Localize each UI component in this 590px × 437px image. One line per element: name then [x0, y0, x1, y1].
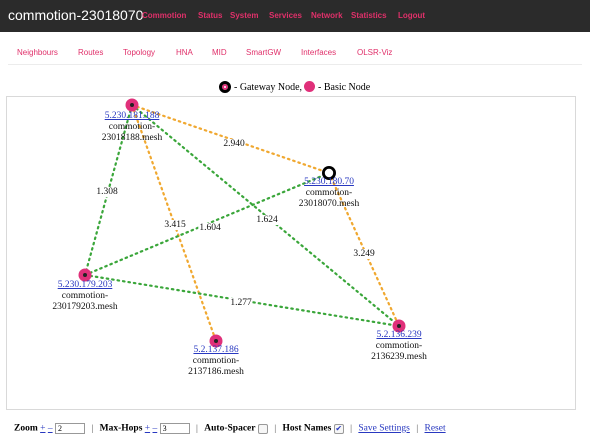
auto-spacer-label: Auto-Spacer — [204, 423, 256, 434]
basic-node-dot — [397, 324, 401, 328]
basic-node-dot — [130, 103, 134, 107]
subnav-divider — [8, 64, 582, 65]
viz-controls: Zoom + – 2 | Max-Hops + – 3 | Auto-Space… — [14, 423, 446, 434]
nav-status[interactable]: Status — [198, 11, 222, 20]
gateway-node-legend-label: - Gateway Node, — [234, 82, 303, 93]
subnav-olsr-viz[interactable]: OLSR-Viz — [357, 48, 392, 57]
separator: | — [350, 423, 352, 434]
subnav-hna[interactable]: HNA — [176, 48, 193, 57]
node-hostname: commotion- 230179203.mesh — [52, 291, 118, 312]
zoom-label: Zoom — [14, 423, 38, 434]
node-ip-link[interactable]: 5.230.181.188 — [105, 111, 160, 121]
link-weight-label: 3.249 — [352, 249, 376, 259]
node-hostname: commotion- 23018070.mesh — [298, 188, 360, 209]
link-weight-label: 2.940 — [222, 139, 246, 149]
subnav-topology[interactable]: Topology — [123, 48, 155, 57]
basic-node-dot — [214, 339, 218, 343]
max-hops-label: Max-Hops — [99, 423, 143, 434]
zoom-in-button[interactable]: + — [40, 424, 45, 434]
max-hops-input[interactable]: 3 — [159, 423, 190, 434]
link-weight-label: 1.604 — [198, 223, 222, 233]
subnav-mid[interactable]: MID — [212, 48, 227, 57]
node-ip-link[interactable]: 5.2.136.239 — [376, 330, 421, 340]
top-header-bar: commotion-23018070 Commotion Status Syst… — [0, 0, 590, 32]
subnav-neighbours[interactable]: Neighbours — [17, 48, 58, 57]
save-settings-link[interactable]: Save Settings — [358, 424, 409, 434]
nav-logout[interactable]: Logout — [398, 11, 425, 20]
separator: | — [196, 423, 198, 434]
hops-decrease-button[interactable]: – — [153, 424, 158, 434]
nav-commotion[interactable]: Commotion — [142, 11, 186, 20]
topology-graph — [78, 98, 406, 348]
auto-spacer-checkbox[interactable] — [257, 423, 268, 434]
subnav-routes[interactable]: Routes — [78, 48, 103, 57]
node-ip-link[interactable]: 5.230.180.70 — [304, 177, 354, 187]
nav-services[interactable]: Services — [269, 11, 302, 20]
basic-node-legend-label: - Basic Node — [318, 82, 371, 93]
node-hostname: commotion- 23018188.mesh — [101, 122, 163, 143]
link-weight-label: 1.277 — [229, 298, 253, 308]
nav-statistics[interactable]: Statistics — [351, 11, 387, 20]
separator: | — [416, 423, 419, 434]
zoom-input[interactable]: 2 — [54, 423, 85, 434]
link-weight-label: 1.624 — [255, 215, 279, 225]
gateway-node-center[interactable] — [324, 168, 334, 178]
host-names-checkbox[interactable]: ✔ — [333, 423, 344, 434]
node-ip-link[interactable]: 5.2.137.186 — [193, 345, 238, 355]
link-weight-label: 1.308 — [95, 187, 119, 197]
zoom-out-button[interactable]: – — [48, 424, 53, 434]
basic-node-dot — [83, 273, 87, 277]
nav-network[interactable]: Network — [311, 11, 343, 20]
host-names-label: Host Names — [282, 423, 332, 434]
hops-increase-button[interactable]: + — [145, 424, 150, 434]
subnav-smartgw[interactable]: SmartGW — [246, 48, 281, 57]
link-weight-label: 3.415 — [163, 220, 187, 230]
router-title: commotion-23018070 — [8, 7, 144, 23]
node-ip-link[interactable]: 5.230.179.203 — [58, 280, 113, 290]
basic-node-legend-icon — [304, 81, 315, 92]
reset-link[interactable]: Reset — [425, 424, 446, 434]
node-hostname: commotion- 2137186.mesh — [188, 356, 244, 377]
topology-map[interactable]: 2.940 1.308 3.415 1.624 1.604 3.249 1.277 5.230… — [6, 96, 576, 410]
subnav-interfaces[interactable]: Interfaces — [301, 48, 336, 57]
gateway-node-legend-icon — [219, 81, 231, 93]
nav-system[interactable]: System — [230, 11, 258, 20]
separator: | — [91, 423, 94, 434]
separator: | — [274, 423, 277, 434]
node-hostname: commotion- 2136239.mesh — [371, 341, 427, 362]
